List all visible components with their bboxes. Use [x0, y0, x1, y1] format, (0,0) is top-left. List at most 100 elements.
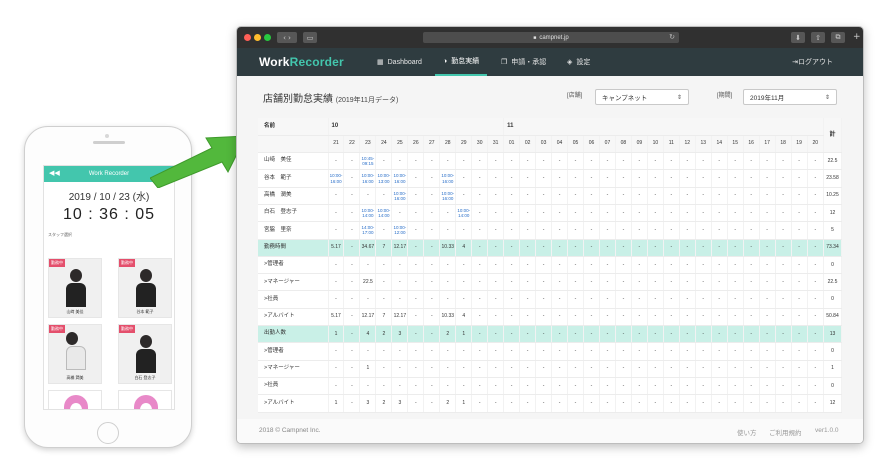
- reload-icon[interactable]: ↻: [669, 33, 675, 41]
- table-cell: -: [647, 204, 664, 223]
- new-tab-icon[interactable]: +: [853, 32, 861, 42]
- nav-dashboard[interactable]: ▦ Dashboard: [377, 48, 422, 76]
- table-cell: -: [759, 152, 776, 171]
- table-cell: -: [583, 152, 600, 171]
- app-footer: 2018 © Campnet Inc. 使い方 ご利用規約 ver1.0.0: [237, 419, 863, 443]
- download-icon[interactable]: ⬇: [791, 32, 805, 43]
- avatar-placeholder[interactable]: [118, 390, 172, 409]
- table-cell: -: [663, 239, 680, 257]
- shift-time[interactable]: 10:00- 16:00: [440, 191, 454, 201]
- table-cell: -: [503, 325, 521, 344]
- table-cell: -: [711, 169, 728, 188]
- table-cell: -: [375, 342, 393, 361]
- shift-time[interactable]: 10:00- 13:00: [376, 173, 391, 183]
- back-forward-icon[interactable]: ‹ ›: [277, 32, 297, 43]
- nav-attendance[interactable]: ◑ 勤怠実績: [435, 48, 488, 76]
- table-cell: -: [471, 187, 489, 205]
- table-cell: -: [487, 152, 505, 171]
- table-cell: -: [471, 239, 489, 257]
- table-cell: -: [679, 377, 696, 396]
- table-cell: -: [775, 377, 792, 396]
- logout-link[interactable]: ⇥ログアウト: [792, 57, 833, 67]
- table-cell: -: [807, 342, 825, 361]
- staff-card[interactable]: 勤務中 山﨑 美佳: [48, 258, 102, 318]
- phone-screen: ◀◀ Work Recorder 2019 / 10 / 23 (水) 10 :…: [43, 165, 175, 410]
- table-cell: -: [679, 169, 696, 188]
- sidebar-icon[interactable]: ▭: [303, 32, 317, 43]
- shift-time[interactable]: 10:00- 16:00: [392, 173, 406, 183]
- table-cell: -: [679, 152, 696, 171]
- app-logo[interactable]: WorkRecorder: [259, 55, 344, 69]
- period-select[interactable]: 2019年11月 ⇕: [743, 89, 837, 105]
- table-cell: -: [615, 169, 632, 188]
- table-cell: -: [759, 239, 776, 257]
- table-cell: -: [663, 187, 680, 205]
- minimize-icon[interactable]: [254, 34, 261, 41]
- shift-time[interactable]: 10:00- 14:00: [360, 208, 375, 218]
- shift-time[interactable]: 10:00- 14:00: [456, 208, 470, 218]
- table-cell: -: [503, 204, 521, 223]
- table-cell: -: [647, 256, 664, 275]
- table-cell: -: [615, 221, 632, 240]
- table-cell: -: [407, 273, 425, 292]
- table-cell: -: [631, 169, 648, 188]
- table-cell: 10.33: [439, 308, 457, 327]
- day-header: 30: [471, 135, 489, 154]
- double-chevron-left-icon[interactable]: ◀◀: [49, 169, 60, 177]
- shift-time[interactable]: 14:00- 17:00: [360, 225, 375, 235]
- table-cell: 12.17: [391, 239, 409, 257]
- table-cell: -: [711, 377, 728, 396]
- table-cell: -: [407, 342, 425, 361]
- close-icon[interactable]: [244, 34, 251, 41]
- terms-link[interactable]: ご利用規約: [769, 427, 802, 437]
- shift-time[interactable]: 10:45- 09:15: [360, 156, 375, 166]
- store-select-value: キャンプネット: [602, 95, 648, 102]
- table-cell: 2: [439, 325, 457, 344]
- store-select[interactable]: キャンプネット ⇕: [595, 89, 689, 105]
- table-cell: -: [375, 187, 393, 205]
- table-cell: -: [343, 169, 361, 188]
- table-cell: -: [615, 325, 632, 344]
- table-cell: -: [407, 377, 425, 396]
- table-cell: -: [343, 342, 361, 361]
- table-cell: -: [439, 377, 457, 396]
- row-label: >管理者: [258, 342, 329, 361]
- table-cell: -: [791, 394, 808, 413]
- nav-requests-label: 申請・承認: [511, 59, 547, 66]
- share-icon[interactable]: ⇧: [811, 32, 825, 43]
- copy-icon: ❐: [501, 59, 508, 66]
- shift-time[interactable]: 10:00- 12:00: [392, 225, 406, 235]
- table-cell: -: [407, 256, 425, 275]
- tabs-icon[interactable]: ⧉: [831, 32, 845, 43]
- shift-time[interactable]: 10:00- 16:00: [360, 173, 375, 183]
- shift-time[interactable]: 10:00- 16:00: [440, 173, 454, 183]
- staff-card[interactable]: 勤務中 白石 登志子: [118, 324, 172, 384]
- table-cell: -: [503, 221, 521, 240]
- table-cell: -: [711, 342, 728, 361]
- attendance-table-body: 山﨑 美佳 - -10:45- 09:15- - - - - - - - - - - - - - - - - - - - -…: [258, 152, 842, 413]
- table-cell: -: [567, 256, 584, 275]
- day-header: 11: [663, 135, 680, 154]
- table-cell: -: [551, 169, 569, 188]
- shift-time[interactable]: 10:00- 16:00: [329, 173, 343, 183]
- phone-speaker: [93, 141, 125, 144]
- table-cell: -: [759, 204, 776, 223]
- table-cell: -: [471, 256, 489, 275]
- staff-card[interactable]: 勤務中 高橋 潤美: [48, 324, 102, 384]
- table-cell: -: [535, 325, 553, 344]
- shift-time[interactable]: 10:00- 16:00: [392, 191, 406, 201]
- table-row: >管理者 - - - - - - - - - - - - - - - - - - - - - - - - - - - - - - -0: [258, 256, 842, 275]
- nav-requests[interactable]: ❐ 申請・承認: [501, 48, 546, 76]
- nav-settings[interactable]: ◈ 設定: [567, 48, 590, 76]
- attendance-table: 名前 10 11 計 21 22 23 24 25 26 27 28 29 30 31 01 02 03 0…: [258, 118, 842, 413]
- shift-time[interactable]: 10:00- 14:00: [376, 208, 391, 218]
- help-link[interactable]: 使い方: [737, 427, 757, 437]
- staff-card[interactable]: 勤務中 谷本 範子: [118, 258, 172, 318]
- address-bar[interactable]: ■ campnet.jp ↻: [423, 32, 679, 43]
- table-cell: -: [343, 239, 361, 257]
- avatar-placeholder[interactable]: [48, 390, 102, 409]
- row-total: 0: [823, 377, 842, 396]
- table-cell: -: [343, 152, 361, 171]
- table-cell: -: [328, 273, 345, 292]
- maximize-icon[interactable]: [264, 34, 271, 41]
